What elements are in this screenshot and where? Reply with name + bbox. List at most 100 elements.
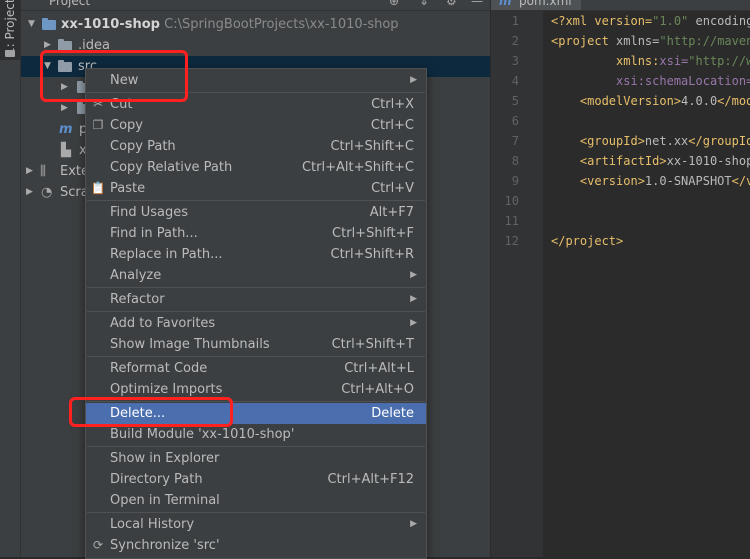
sync-icon: ⟳ <box>92 538 104 552</box>
menu-separator <box>87 356 425 357</box>
gear-icon[interactable]: ⚙ <box>446 0 457 8</box>
menu-item-shortcut: Alt+F7 <box>369 205 414 220</box>
menu-item-local-history[interactable]: Local History ▶ <box>86 514 426 535</box>
editor-tab-bar: m pom.xml <box>491 0 750 11</box>
menu-item-label: Directory Path <box>110 472 203 487</box>
menu-item-shortcut: Ctrl+Shift+R <box>330 247 415 262</box>
menu-separator <box>87 287 425 288</box>
line-number: 8 <box>511 154 519 168</box>
menu-item-copy-relative-path[interactable]: Copy Relative Path Ctrl+Alt+Shift+C <box>86 157 426 178</box>
menu-item-find-in-path[interactable]: Find in Path... Ctrl+Shift+F <box>86 223 426 244</box>
code-line: <version>1.0-SNAPSHOT</v <box>551 174 750 188</box>
project-root-path: C:\SpringBootProjects\xx-1010-shop <box>164 17 399 32</box>
menu-item-add-to-favorites[interactable]: Add to Favorites ▶ <box>86 313 426 334</box>
menu-item-show-in-explorer[interactable]: Show in Explorer <box>86 448 426 469</box>
line-number: 6 <box>511 114 519 128</box>
menu-item-shortcut: Ctrl+Alt+F12 <box>327 472 414 487</box>
target-icon[interactable]: ⊕ <box>389 0 399 8</box>
annotation-box-new <box>40 50 188 102</box>
code-token: xmlns: <box>551 54 660 68</box>
code-token: "http://w <box>688 54 750 68</box>
menu-item-label: Analyze <box>110 268 162 283</box>
code-token: 4.0.0 <box>681 94 718 108</box>
line-number: 10 <box>504 194 519 208</box>
tree-row-root[interactable]: ▼ xx-1010-shop C:\SpringBootProjects\xx-… <box>21 14 490 35</box>
menu-item-label: Find Usages <box>110 205 189 220</box>
menu-item-copy[interactable]: ❐ Copy Ctrl+C <box>86 115 426 136</box>
menu-item-label: Reformat Code <box>110 361 208 376</box>
expand-arrow-icon[interactable]: ▶ <box>26 182 33 203</box>
project-panel-header: Project ⊕ ⇕ ⚙ — <box>21 0 490 11</box>
code-token: "1.0" <box>652 14 689 28</box>
line-number: 1 <box>511 14 519 28</box>
menu-item-label: Add to Favorites <box>110 316 216 331</box>
submenu-arrow-icon: ▶ <box>410 270 417 280</box>
project-panel-title[interactable]: Project <box>49 0 90 8</box>
paste-icon: 📋 <box>90 181 106 195</box>
line-number: 2 <box>511 34 519 48</box>
code-token: <groupId> <box>551 134 645 148</box>
menu-item-replace-in-path[interactable]: Replace in Path... Ctrl+Shift+R <box>86 244 426 265</box>
menu-item-copy-path[interactable]: Copy Path Ctrl+Shift+C <box>86 136 426 157</box>
code-line: <groupId>net.xx</groupId <box>551 134 750 148</box>
menu-item-shortcut: Ctrl+Alt+O <box>341 382 414 397</box>
menu-separator <box>87 512 425 513</box>
menu-item-directory-path[interactable]: Directory Path Ctrl+Alt+F12 <box>86 469 426 490</box>
code-line: <?xml version="1.0" encoding <box>551 14 750 28</box>
expand-arrow-icon[interactable]: ▼ <box>28 14 35 35</box>
code-token: encoding <box>688 14 750 28</box>
menu-item-refactor[interactable]: Refactor ▶ <box>86 289 426 310</box>
menu-item-find-usages[interactable]: Find Usages Alt+F7 <box>86 202 426 223</box>
expand-arrow-icon[interactable]: ▶ <box>26 161 33 182</box>
tool-window-strip: 1: Project <box>0 0 21 557</box>
submenu-arrow-icon: ▶ <box>410 294 417 304</box>
menu-item-paste[interactable]: 📋 Paste Ctrl+V <box>86 178 426 199</box>
menu-item-synchronize-src[interactable]: ⟳ Synchronize 'src' <box>86 535 426 556</box>
submenu-arrow-icon: ▶ <box>410 519 417 529</box>
code-token: <version> <box>551 174 645 188</box>
menu-item-shortcut: Ctrl+V <box>371 181 414 196</box>
code-token: <?xml version= <box>551 14 653 28</box>
code-token: </project> <box>551 234 624 248</box>
code-line: xsi:schemaLocation= <box>551 74 750 88</box>
file-icon: ▙ <box>61 143 71 158</box>
menu-item-shortcut: Ctrl+Alt+L <box>344 361 414 376</box>
code-token: </groupId <box>688 134 750 148</box>
menu-item-open-in-terminal[interactable]: Open in Terminal <box>86 490 426 511</box>
module-folder-icon <box>42 18 56 30</box>
code-token: xx-1010-shop <box>666 154 750 168</box>
code-line: <artifactId>xx-1010-shop <box>551 154 750 168</box>
menu-item-shortcut: Ctrl+Shift+F <box>332 226 414 241</box>
editor-tab-label: pom.xml <box>519 0 572 8</box>
menu-item-label: Copy Relative Path <box>110 160 233 175</box>
collapse-icon[interactable]: ⇕ <box>419 0 429 8</box>
menu-item-show-image-thumbnails[interactable]: Show Image Thumbnails Ctrl+Shift+T <box>86 334 426 355</box>
menu-item-label: Show Image Thumbnails <box>110 337 270 352</box>
code-token: </mode <box>717 94 750 108</box>
code-token: <project <box>551 34 617 48</box>
libraries-icon: ⫼ <box>40 164 46 179</box>
menu-item-build-module-xx-1010-shop[interactable]: Build Module 'xx-1010-shop' <box>86 424 426 445</box>
hide-icon[interactable]: — <box>471 0 483 8</box>
code-token: xmlns= <box>616 34 660 48</box>
menu-item-shortcut: Ctrl+Alt+Shift+C <box>301 160 414 175</box>
annotation-box-delete <box>69 397 233 427</box>
menu-item-shortcut: Ctrl+X <box>371 97 414 112</box>
folder-icon <box>5 50 15 57</box>
code-line: </project> <box>551 234 623 248</box>
project-tool-tab-label: 1: Project <box>3 0 17 55</box>
code-token: 1.0-SNAPSHOT <box>644 174 732 188</box>
editor-tab-pom[interactable]: m pom.xml <box>491 0 581 10</box>
menu-item-reformat-code[interactable]: Reformat Code Ctrl+Alt+L <box>86 358 426 379</box>
line-number: 12 <box>504 234 519 248</box>
line-number: 3 <box>511 54 519 68</box>
menu-item-label: Synchronize 'src' <box>110 538 220 553</box>
menu-item-label: Copy <box>110 118 143 133</box>
menu-item-label: Replace in Path... <box>110 247 223 262</box>
menu-item-label: Paste <box>110 181 146 196</box>
code-token: </v <box>731 174 750 188</box>
menu-item-analyze[interactable]: Analyze ▶ <box>86 265 426 286</box>
menu-item-label: Open in Terminal <box>110 493 220 508</box>
code-token: <modelVersion> <box>551 94 682 108</box>
